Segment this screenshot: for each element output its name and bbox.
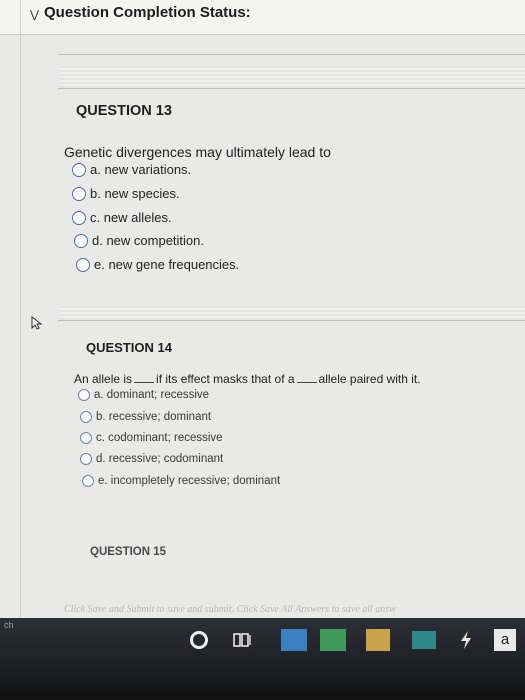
question-text-part: An allele is	[74, 372, 133, 386]
radio-button[interactable]	[72, 186, 86, 201]
question-heading: QUESTION 13	[76, 103, 172, 119]
radio-button[interactable]	[82, 475, 94, 487]
divider	[58, 320, 525, 321]
radio-button[interactable]	[72, 210, 86, 225]
answer-option-c[interactable]: c. new alleles.	[72, 210, 172, 225]
answer-option-d[interactable]: d. new competition.	[74, 233, 204, 248]
answer-label: c. new alleles.	[90, 210, 172, 225]
answer-option-e[interactable]: e. new gene frequencies.	[76, 257, 239, 272]
cortana-icon[interactable]	[190, 631, 208, 649]
question-text-part: if its effect masks that of a	[156, 372, 295, 386]
answer-label: a. new variations.	[90, 162, 192, 177]
store-icon[interactable]	[366, 629, 390, 651]
mail-icon[interactable]	[412, 631, 436, 649]
left-rail	[20, 0, 21, 620]
blank-line	[134, 373, 155, 383]
answer-label: d. recessive; codominant	[96, 453, 224, 465]
radio-button[interactable]	[72, 162, 86, 177]
radio-button[interactable]	[80, 411, 92, 423]
question-text: An allele is if its effect masks that of …	[74, 372, 421, 386]
answer-label: a. dominant; recessive	[94, 389, 210, 401]
mouse-pointer-icon	[31, 316, 43, 330]
answer-option-c[interactable]: c. codominant; recessive	[80, 432, 223, 444]
radio-button[interactable]	[80, 453, 92, 465]
question-text: Genetic divergences may ultimately lead …	[64, 144, 331, 160]
divider	[58, 54, 525, 55]
answer-option-d[interactable]: d. recessive; codominant	[80, 453, 223, 465]
amazon-icon[interactable]: a	[494, 629, 516, 651]
chevron-down-icon[interactable]: ⋁	[30, 8, 39, 21]
divider-band	[58, 66, 525, 88]
answer-label: c. codominant; recessive	[96, 432, 223, 444]
answer-label: e. new gene frequencies.	[94, 257, 240, 272]
blank-line	[296, 373, 317, 383]
radio-button[interactable]	[76, 257, 90, 272]
task-view-icon[interactable]	[232, 630, 252, 650]
bolt-icon[interactable]	[458, 630, 474, 650]
taskbar: ch a	[0, 618, 525, 700]
answer-option-a[interactable]: a. new variations.	[72, 162, 191, 177]
answer-label: b. new species.	[90, 186, 180, 201]
answer-option-b[interactable]: b. recessive; dominant	[80, 411, 211, 423]
question-text-part: allele paired with it.	[318, 372, 421, 386]
app-icon[interactable]	[281, 629, 307, 651]
radio-button[interactable]	[80, 432, 92, 444]
submit-instructions: Click Save and Submit to save and submit…	[64, 604, 396, 615]
answer-label: d. new competition.	[92, 233, 205, 248]
radio-button[interactable]	[78, 389, 90, 401]
status-title[interactable]: Question Completion Status:	[44, 4, 251, 21]
radio-button[interactable]	[74, 233, 88, 248]
question-heading: QUESTION 14	[86, 340, 172, 355]
app-icon[interactable]	[320, 629, 346, 651]
answer-option-b[interactable]: b. new species.	[72, 186, 180, 201]
answer-option-e[interactable]: e. incompletely recessive; dominant	[82, 475, 280, 487]
answer-label: b. recessive; dominant	[96, 411, 212, 423]
divider	[58, 88, 525, 89]
divider-band	[58, 306, 525, 320]
question-15-heading: QUESTION 15	[90, 546, 167, 558]
status-bar: ⋁ Question Completion Status:	[0, 0, 525, 35]
answer-option-a[interactable]: a. dominant; recessive	[78, 389, 209, 401]
answer-label: e. incompletely recessive; dominant	[98, 475, 281, 487]
language-indicator[interactable]: ch	[4, 620, 14, 630]
